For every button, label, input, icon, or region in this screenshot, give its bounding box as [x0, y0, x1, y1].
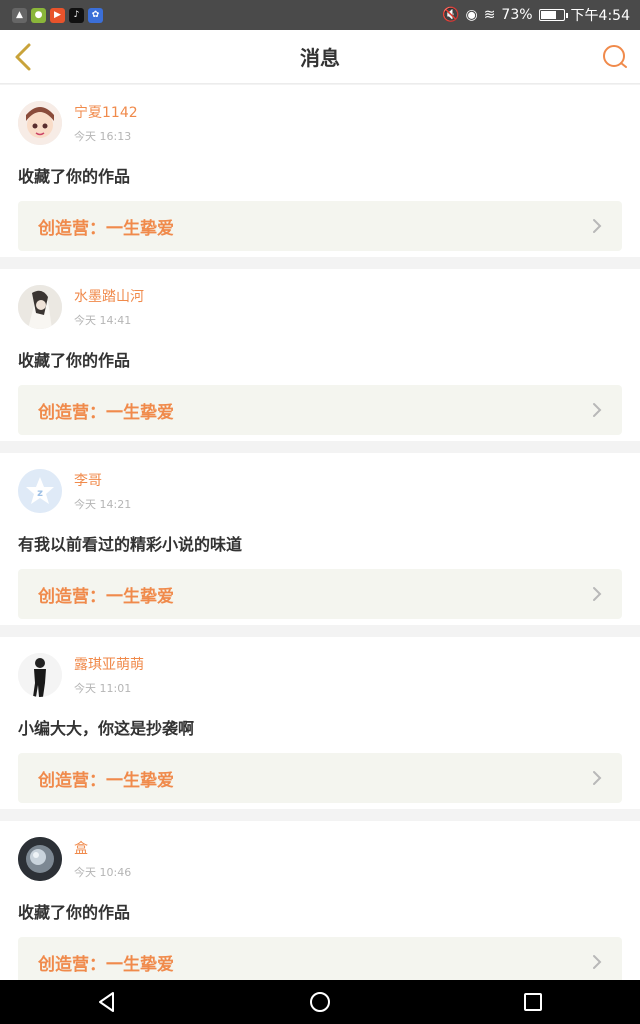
avatar-image	[18, 653, 62, 697]
message-card: 露琪亚萌萌 今天 11:01 小编大大，你这是抄袭啊 创造营：一生挚爱	[0, 637, 640, 809]
bilibili-like-icon: ●	[31, 7, 46, 23]
comment-text: 收藏了你的作品	[18, 903, 131, 922]
user-name[interactable]: 水墨踏山河	[74, 286, 144, 306]
user-name[interactable]: 露琪亚萌萌	[74, 654, 144, 674]
timestamp: 今天 14:21	[74, 498, 132, 511]
chevron-left-icon	[15, 43, 31, 71]
work-link[interactable]: 创造营：一生挚爱	[18, 201, 622, 251]
video-app-icon: ▶	[50, 7, 65, 23]
battery-percent: 73%	[501, 7, 533, 23]
user-row[interactable]: 露琪亚萌萌 今天 11:01	[18, 653, 622, 697]
chevron-right-icon	[593, 955, 602, 969]
chevron-right-icon	[593, 219, 602, 233]
work-title: 创造营：一生挚爱	[38, 586, 174, 607]
wifi-icon: ≋	[483, 7, 496, 23]
timestamp: 今天 11:01	[74, 682, 132, 695]
back-button[interactable]	[10, 42, 40, 72]
comment-text: 小编大大，你这是抄袭啊	[18, 719, 195, 738]
user-name[interactable]: 盒	[74, 838, 131, 858]
timestamp: 今天 16:13	[74, 130, 132, 143]
work-title: 创造营：一生挚爱	[38, 218, 174, 239]
mute-icon: 🔇	[442, 7, 460, 23]
user-row[interactable]: z 李哥 今天 14:21	[18, 469, 622, 513]
status-indicators: 🔇 ◉ ≋ 73% 下午4:54	[442, 5, 630, 25]
square-recents-icon	[524, 993, 543, 1011]
work-link[interactable]: 创造营：一生挚爱	[18, 753, 622, 803]
chevron-right-icon	[593, 771, 602, 785]
anime-girl-avatar[interactable]	[18, 101, 62, 145]
user-row[interactable]: 宁夏1142 今天 16:13	[18, 101, 622, 145]
app-header: 消息	[0, 30, 640, 84]
timestamp: 今天 14:41	[74, 314, 132, 327]
battery-fill	[540, 11, 556, 19]
svg-text:z: z	[37, 488, 43, 499]
notification-icons: ▲ ● ▶ ♪ ✿	[12, 7, 103, 23]
nav-home-button[interactable]	[305, 987, 335, 1017]
tiktok-icon: ♪	[69, 7, 84, 23]
message-card: 宁夏1142 今天 16:13 收藏了你的作品 创造营：一生挚爱	[0, 85, 640, 257]
comment-text: 收藏了你的作品	[18, 167, 131, 186]
status-bar: ▲ ● ▶ ♪ ✿ 🔇 ◉ ≋ 73% 下午4:54	[0, 0, 640, 30]
work-title: 创造营：一生挚爱	[38, 402, 174, 423]
avatar-image	[18, 101, 62, 145]
avatar-image	[18, 285, 62, 329]
message-card: 水墨踏山河 今天 14:41 收藏了你的作品 创造营：一生挚爱	[0, 269, 640, 441]
work-title: 创造营：一生挚爱	[38, 770, 174, 791]
system-nav-bar	[0, 980, 640, 1024]
page-title: 消息	[300, 46, 340, 70]
avatar-image	[18, 837, 62, 881]
nav-back-button[interactable]	[92, 987, 122, 1017]
comment-text: 有我以前看过的精彩小说的味道	[18, 535, 243, 554]
work-link[interactable]: 创造营：一生挚爱	[18, 569, 622, 619]
circle-home-icon	[309, 992, 330, 1012]
avatar-image: z	[18, 469, 62, 513]
clock: 下午4:54	[570, 8, 630, 24]
user-name[interactable]: 宁夏1142	[74, 102, 138, 122]
message-list: 宁夏1142 今天 16:13 收藏了你的作品 创造营：一生挚爱 水墨踏山河 今…	[0, 85, 640, 993]
user-name[interactable]: 李哥	[74, 470, 131, 490]
eye-comfort-icon: ◉	[465, 7, 478, 23]
search-button[interactable]	[600, 42, 630, 72]
baidu-icon: ✿	[88, 7, 103, 23]
message-card: z 李哥 今天 14:21 有我以前看过的精彩小说的味道 创造营：一生挚爱	[0, 453, 640, 625]
user-row[interactable]: 水墨踏山河 今天 14:41	[18, 285, 622, 329]
work-link[interactable]: 创造营：一生挚爱	[18, 385, 622, 435]
ink-painting-avatar[interactable]	[18, 285, 62, 329]
chevron-right-icon	[593, 403, 602, 417]
message-card: 盒 今天 10:46 收藏了你的作品 创造营：一生挚爱	[0, 821, 640, 993]
nav-recents-button[interactable]	[518, 987, 548, 1017]
default-qq-avatar[interactable]: z	[18, 469, 62, 513]
timestamp: 今天 10:46	[74, 866, 132, 879]
triangle-back-icon	[98, 992, 114, 1012]
search-icon	[603, 45, 627, 68]
ticket-icon: ▲	[12, 7, 27, 23]
user-row[interactable]: 盒 今天 10:46	[18, 837, 622, 881]
battery-icon	[538, 9, 568, 21]
work-title: 创造营：一生挚爱	[38, 954, 174, 975]
figure-avatar[interactable]	[18, 653, 62, 697]
comment-text: 收藏了你的作品	[18, 351, 131, 370]
chevron-right-icon	[593, 587, 602, 601]
photo-avatar[interactable]	[18, 837, 62, 881]
